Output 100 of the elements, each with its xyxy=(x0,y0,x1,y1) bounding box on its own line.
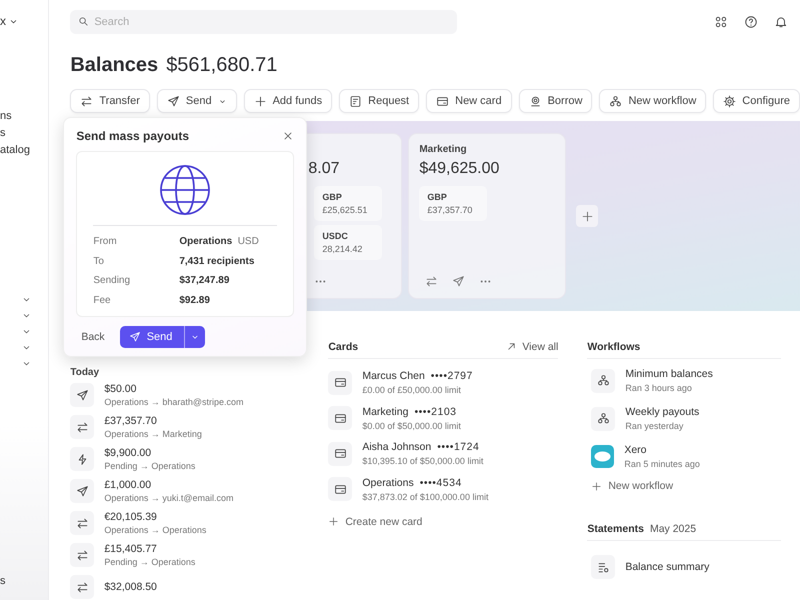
statement-row[interactable]: Balance summary xyxy=(591,555,782,579)
card-limit: $10,395.10 of $50,000.00 limit xyxy=(362,456,484,466)
app-logo-icon xyxy=(591,445,614,468)
currency-code: USDC xyxy=(322,231,349,241)
page-title: Balances xyxy=(70,54,158,77)
transaction-amount: $50.00 xyxy=(104,383,138,395)
action-button[interactable]: New workflow xyxy=(599,89,706,113)
detail-label: From xyxy=(93,236,118,248)
workspace-name[interactable]: x xyxy=(0,14,6,28)
workflow-row[interactable]: Weekly payouts Ran yesterday xyxy=(591,406,782,431)
action-button[interactable]: Configure xyxy=(713,89,800,113)
transaction-amount: £15,405.77 xyxy=(104,543,158,555)
section-title: Cards xyxy=(328,340,358,352)
transaction-row[interactable]: €20,105.39 Operations → Operations xyxy=(70,511,306,535)
coin-stand-icon xyxy=(528,94,542,108)
globe-icon xyxy=(159,164,212,216)
document-icon xyxy=(349,94,362,108)
sidebar-item[interactable]: s xyxy=(0,575,6,587)
paper-plane-icon xyxy=(76,388,89,402)
currency-amount: £37,357.70 xyxy=(427,205,474,215)
transaction-amount: £37,357.70 xyxy=(104,415,158,427)
detail-value: Operations USD xyxy=(179,236,260,248)
sidebar-item[interactable]: s xyxy=(0,127,48,139)
create-card-button[interactable]: Create new card xyxy=(328,516,558,528)
account-balance: 8.07 xyxy=(308,160,340,177)
total-balance: $561,680.71 xyxy=(166,54,278,77)
action-button[interactable]: Transfer xyxy=(70,89,150,113)
plus-icon xyxy=(254,94,267,108)
card-name: Marketing xyxy=(362,406,408,418)
action-button[interactable]: Request xyxy=(339,89,420,113)
workflow-name: Xero xyxy=(624,444,648,456)
sidebar-item[interactable]: ns xyxy=(0,110,48,122)
back-button[interactable]: Back xyxy=(76,331,110,343)
card-number: ••••1724 xyxy=(437,441,480,453)
action-button[interactable]: Borrow xyxy=(518,89,592,113)
apps-icon xyxy=(714,15,728,29)
card-icon xyxy=(334,412,347,424)
workflow-row[interactable]: Minimum balances Ran 3 hours ago xyxy=(591,368,782,393)
statement-period: May 2025 xyxy=(650,522,696,534)
card-row[interactable]: Marcus Chen ••••2797 £0.00 of £50,000.00 limit xyxy=(328,370,558,395)
arrow-icon xyxy=(506,341,518,352)
close-button[interactable] xyxy=(282,130,294,142)
plus-icon xyxy=(591,480,602,492)
card-icon xyxy=(334,376,347,389)
transaction-amount: $32,008.50 xyxy=(104,581,157,593)
transaction-row[interactable]: £37,357.70 Operations → Marketing xyxy=(70,415,306,439)
paper-plane-icon xyxy=(128,331,141,343)
new-workflow-button[interactable]: New workflow xyxy=(591,480,782,492)
detail-label: To xyxy=(93,256,105,267)
paper-plane-icon xyxy=(452,275,466,288)
card-name: Marcus Chen xyxy=(362,370,425,382)
transaction-route: Operations → Operations xyxy=(104,525,206,535)
settings-icon xyxy=(723,94,736,108)
workflow-status: Ran yesterday xyxy=(625,421,684,431)
plus-icon xyxy=(328,516,340,527)
transaction-route: Operations → Marketing xyxy=(104,429,202,439)
transaction-row[interactable]: $50.00 Operations → bharath@stripe.com xyxy=(70,383,306,407)
action-button[interactable]: New card xyxy=(426,89,512,113)
card-number: ••••4534 xyxy=(420,476,462,488)
account-name: Marketing xyxy=(419,144,467,155)
transfer-arrows-icon xyxy=(76,580,89,594)
transaction-route: Pending → Operations xyxy=(104,557,196,567)
paper-plane-icon xyxy=(166,94,180,108)
section-title: Statements xyxy=(587,522,644,534)
sidebar-item[interactable]: atalog xyxy=(0,144,48,156)
paper-plane-icon xyxy=(76,484,89,498)
send-button[interactable]: Send xyxy=(120,326,206,348)
transaction-route: Operations → yuki.t@email.com xyxy=(104,493,234,503)
search-field[interactable]: Search xyxy=(70,10,458,34)
add-account-button[interactable] xyxy=(576,205,598,227)
transaction-row[interactable]: £1,000.00 Operations → yuki.t@email.com xyxy=(70,479,306,503)
notifications-icon xyxy=(774,15,788,29)
card-icon xyxy=(436,94,450,108)
detail-label: Fee xyxy=(93,294,112,306)
card-row[interactable]: Operations ••••4534 $37,873.02 of $100,000.00 limit xyxy=(328,476,558,502)
transaction-row[interactable]: £15,405.77 Pending → Operations xyxy=(70,543,306,567)
card-row[interactable]: Marketing ••••2103 $0.00 of $50,000.00 limit xyxy=(328,406,558,430)
detail-label: Sending xyxy=(93,275,132,286)
card-icon xyxy=(334,447,347,460)
action-button[interactable]: Send xyxy=(156,89,237,113)
currency-code: GBP xyxy=(427,192,448,202)
card-limit: £0.00 of £50,000.00 limit xyxy=(362,385,462,395)
card-name: Aisha Johnson xyxy=(362,441,432,453)
list-icon xyxy=(596,560,610,574)
workflow-icon xyxy=(596,374,610,387)
card-row[interactable]: Aisha Johnson ••••1724 $10,395.10 of $50,000.00 limit xyxy=(328,441,558,466)
view-all-link[interactable]: View all xyxy=(506,340,558,352)
action-button[interactable]: Add funds xyxy=(244,89,332,113)
card-limit: $37,873.02 of $100,000.00 limit xyxy=(362,492,488,502)
transaction-amount: $9,900.00 xyxy=(104,447,152,459)
plus-icon xyxy=(580,210,594,222)
currency-code: GBP xyxy=(322,192,343,202)
account-card[interactable]: Marketing $49,625.00 GBP £37,357.70 xyxy=(408,133,566,299)
workflow-status: Ran 5 minutes ago xyxy=(624,459,700,469)
transaction-row[interactable]: $9,900.00 Pending → Operations xyxy=(70,447,306,471)
transfer-arrows-icon xyxy=(76,516,89,530)
workflow-row[interactable]: Xero Ran 5 minutes ago xyxy=(591,444,782,469)
transaction-route: Operations → bharath@stripe.com xyxy=(104,397,244,407)
account-balance: $49,625.00 xyxy=(419,160,500,177)
transaction-row[interactable]: $32,008.50 xyxy=(70,575,306,599)
